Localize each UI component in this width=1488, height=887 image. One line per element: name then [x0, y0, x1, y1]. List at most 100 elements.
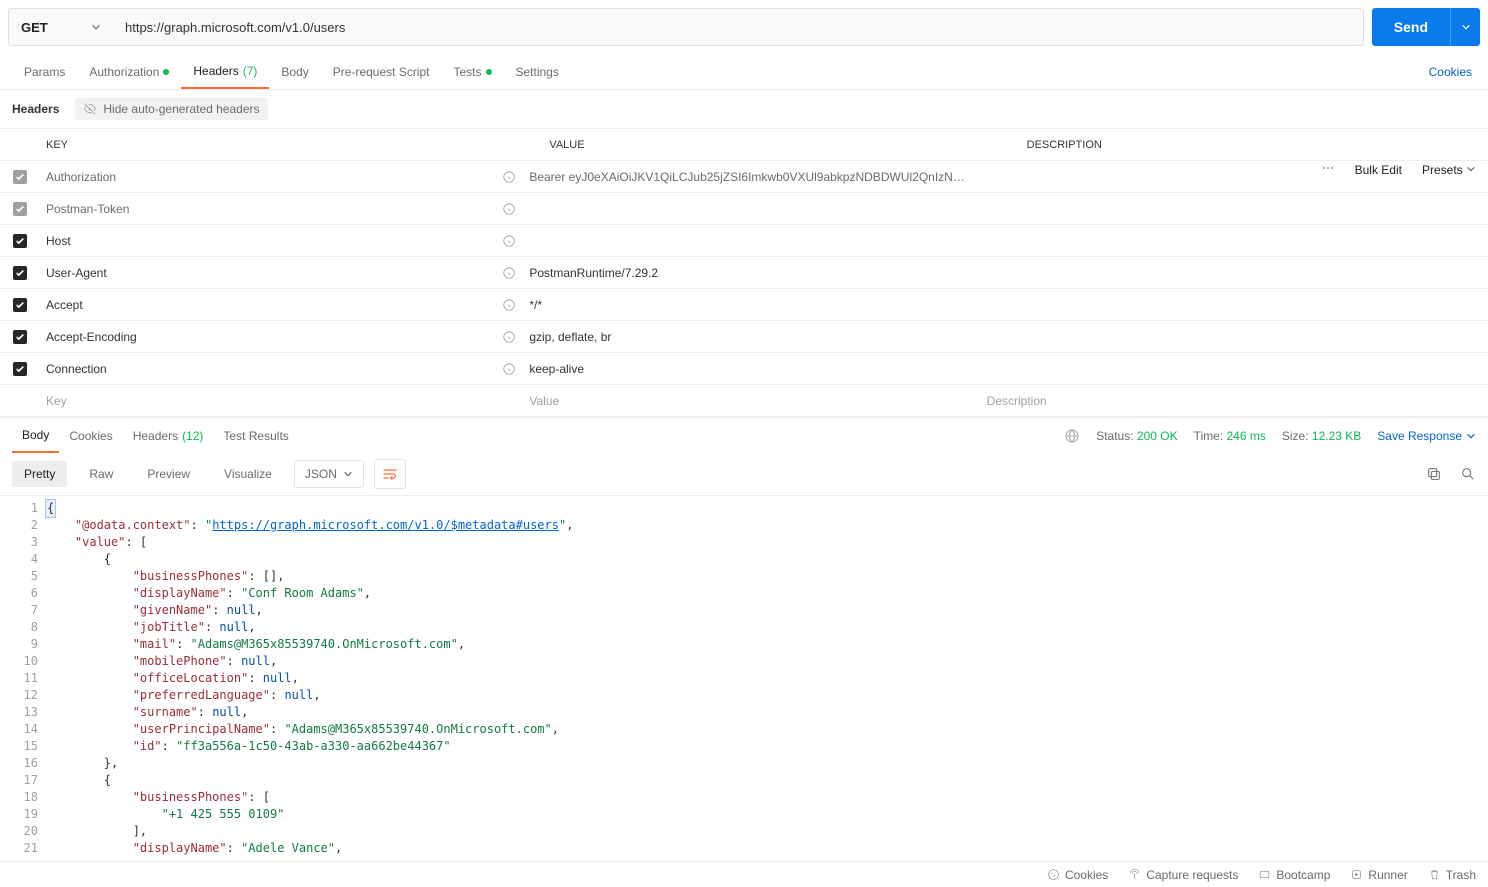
bulk-edit-button[interactable]: Bulk Edit — [1355, 163, 1402, 177]
info-icon[interactable] — [489, 298, 529, 312]
chevron-down-icon — [1466, 431, 1476, 441]
header-value[interactable]: Bearer eyJ0eXAiOiJKV1QiLCJub25jZSI6Imkwb… — [529, 170, 978, 184]
wrap-lines-button[interactable] — [374, 459, 406, 489]
header-key[interactable]: Authorization — [40, 170, 489, 184]
save-response-label: Save Response — [1377, 429, 1462, 443]
info-icon[interactable] — [489, 202, 529, 216]
desc-input-placeholder[interactable]: Description — [979, 394, 1428, 408]
view-visualize[interactable]: Visualize — [212, 461, 284, 487]
header-row[interactable]: Connection keep-alive — [0, 353, 1488, 385]
resp-tab-headers-label: Headers — [133, 429, 178, 443]
header-row[interactable]: Accept */* — [0, 289, 1488, 321]
view-pretty[interactable]: Pretty — [12, 461, 67, 487]
footer-runner[interactable]: Runner — [1350, 868, 1407, 882]
checkbox[interactable] — [13, 202, 27, 216]
send-dropdown-button[interactable] — [1450, 8, 1480, 46]
save-response-button[interactable]: Save Response — [1377, 429, 1476, 443]
checkbox[interactable] — [13, 266, 27, 280]
info-icon[interactable] — [489, 330, 529, 344]
column-value: VALUE — [549, 139, 1018, 151]
header-key[interactable]: User-Agent — [40, 266, 489, 280]
header-value[interactable]: PostmanRuntime/7.29.2 — [529, 266, 978, 280]
resp-tab-headers-count: (12) — [182, 429, 203, 443]
header-value[interactable]: keep-alive — [529, 362, 978, 376]
chevron-down-icon — [91, 22, 101, 32]
resp-tab-body[interactable]: Body — [12, 418, 59, 453]
tab-tests[interactable]: Tests — [441, 54, 503, 89]
tab-prerequest[interactable]: Pre-request Script — [321, 54, 442, 89]
checkbox[interactable] — [13, 298, 27, 312]
info-icon[interactable] — [489, 362, 529, 376]
header-key[interactable]: Accept-Encoding — [40, 330, 489, 344]
chevron-down-icon — [1466, 164, 1476, 174]
key-input-placeholder[interactable]: Key — [40, 394, 489, 408]
info-icon[interactable] — [489, 170, 529, 184]
ellipsis-icon — [1321, 161, 1335, 175]
cookie-icon — [1047, 868, 1060, 881]
headers-section-label: Headers — [12, 102, 59, 116]
cookies-link[interactable]: Cookies — [1429, 65, 1476, 79]
tab-authorization-label: Authorization — [89, 65, 159, 79]
chevron-down-icon — [1461, 22, 1471, 32]
view-raw[interactable]: Raw — [77, 461, 125, 487]
format-dropdown[interactable]: JSON — [294, 460, 364, 488]
copy-icon[interactable] — [1426, 466, 1442, 482]
view-preview[interactable]: Preview — [135, 461, 202, 487]
resp-tab-cookies[interactable]: Cookies — [59, 418, 122, 453]
tab-headers-count: (7) — [243, 64, 258, 78]
tab-headers[interactable]: Headers (7) — [181, 54, 269, 89]
info-icon[interactable] — [489, 266, 529, 280]
tab-authorization[interactable]: Authorization — [77, 54, 181, 89]
column-key: KEY — [40, 139, 509, 151]
search-icon[interactable] — [1460, 466, 1476, 482]
checkbox[interactable] — [13, 234, 27, 248]
presets-dropdown[interactable]: Presets — [1422, 163, 1476, 177]
column-description: DESCRIPTION — [1019, 139, 1488, 151]
header-key[interactable]: Postman-Token — [40, 202, 489, 216]
url-input[interactable] — [113, 8, 1364, 46]
footer-bootcamp[interactable]: Bootcamp — [1258, 868, 1330, 882]
presets-label: Presets — [1422, 163, 1463, 177]
header-row[interactable]: User-Agent PostmanRuntime/7.29.2 — [0, 257, 1488, 289]
header-row[interactable]: Authorization Bearer eyJ0eXAiOiJKV1QiLCJu… — [0, 161, 1488, 193]
method-label: GET — [21, 20, 48, 35]
resp-tab-test-results[interactable]: Test Results — [213, 418, 298, 453]
more-options-button[interactable] — [1321, 161, 1335, 178]
footer-trash[interactable]: Trash — [1428, 868, 1476, 882]
checkbox[interactable] — [13, 170, 27, 184]
hide-auto-headers-label: Hide auto-generated headers — [103, 102, 259, 116]
header-key[interactable]: Host — [40, 234, 489, 248]
header-row[interactable]: Host — [0, 225, 1488, 257]
eye-off-icon — [83, 102, 97, 116]
method-select[interactable]: GET — [8, 8, 113, 46]
wrap-icon — [382, 466, 398, 482]
tab-settings[interactable]: Settings — [504, 54, 571, 89]
tab-body[interactable]: Body — [269, 54, 320, 89]
info-icon[interactable] — [489, 234, 529, 248]
resp-tab-headers[interactable]: Headers (12) — [123, 418, 214, 453]
status-label: Status: 200 OK — [1096, 429, 1177, 443]
header-key[interactable]: Connection — [40, 362, 489, 376]
header-key[interactable]: Accept — [40, 298, 489, 312]
response-body[interactable]: 123456789101112131415161718192021 { "@od… — [0, 495, 1488, 861]
time-label: Time: 246 ms — [1194, 429, 1266, 443]
header-row[interactable]: Accept-Encoding gzip, deflate, br — [0, 321, 1488, 353]
tab-headers-label: Headers — [193, 64, 238, 78]
trash-icon — [1428, 868, 1441, 881]
header-value[interactable]: */* — [529, 298, 978, 312]
tab-params[interactable]: Params — [12, 54, 77, 89]
header-row[interactable]: Postman-Token — [0, 193, 1488, 225]
code-content[interactable]: { "@odata.context": "https://graph.micro… — [46, 496, 573, 861]
runner-icon — [1350, 868, 1363, 881]
checkbox[interactable] — [13, 330, 27, 344]
network-icon[interactable] — [1064, 428, 1080, 444]
value-input-placeholder[interactable]: Value — [529, 394, 978, 408]
footer-capture[interactable]: Capture requests — [1128, 868, 1238, 882]
send-button[interactable]: Send — [1372, 8, 1450, 46]
hide-auto-headers-button[interactable]: Hide auto-generated headers — [75, 98, 267, 120]
chevron-down-icon — [343, 469, 353, 479]
checkbox[interactable] — [13, 362, 27, 376]
header-value[interactable]: gzip, deflate, br — [529, 330, 978, 344]
footer-cookies[interactable]: Cookies — [1047, 868, 1108, 882]
tab-tests-label: Tests — [453, 65, 481, 79]
